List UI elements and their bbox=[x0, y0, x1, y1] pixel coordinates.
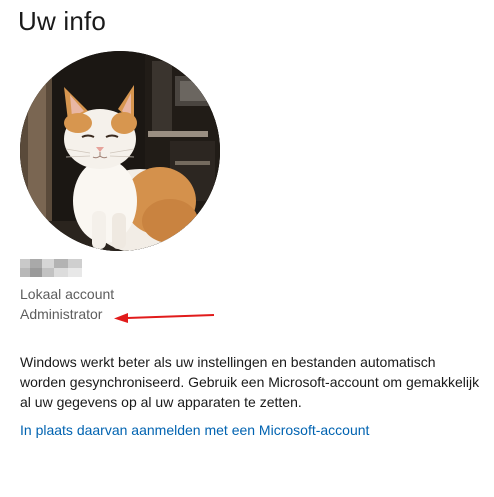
your-info-page: Uw info Lokaal account Administrator Win… bbox=[0, 0, 494, 497]
redacted-user-name bbox=[20, 259, 82, 277]
sync-info-message: Windows werkt beter als uw instellingen … bbox=[20, 354, 480, 410]
account-role-label: Administrator bbox=[20, 306, 103, 322]
account-type-label: Lokaal account bbox=[20, 286, 115, 302]
cat-photo bbox=[20, 51, 220, 251]
page-title: Uw info bbox=[18, 6, 107, 36]
annotation-arrow-icon bbox=[114, 313, 215, 323]
avatar bbox=[20, 51, 220, 251]
sign-in-microsoft-account-link[interactable]: In plaats daarvan aanmelden met een Micr… bbox=[20, 422, 369, 438]
